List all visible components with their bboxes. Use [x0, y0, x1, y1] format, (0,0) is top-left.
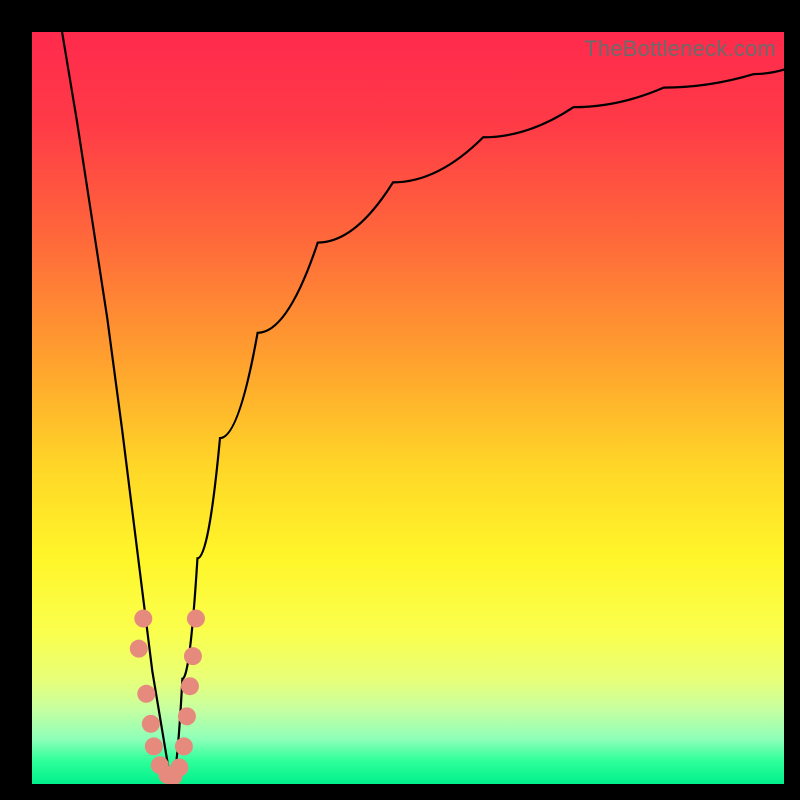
data-point — [170, 758, 188, 776]
curve-right-branch — [171, 70, 784, 784]
curve-left-branch — [62, 32, 171, 784]
data-point — [181, 677, 199, 695]
plot-area: TheBottleneck.com — [32, 32, 784, 784]
data-point — [187, 610, 205, 628]
data-point — [178, 707, 196, 725]
data-point — [130, 640, 148, 658]
data-point — [134, 610, 152, 628]
data-point — [184, 647, 202, 665]
chart-frame: TheBottleneck.com — [0, 0, 800, 800]
data-point — [145, 737, 163, 755]
data-point — [137, 685, 155, 703]
data-point — [175, 737, 193, 755]
data-point — [142, 715, 160, 733]
chart-svg — [32, 32, 784, 784]
